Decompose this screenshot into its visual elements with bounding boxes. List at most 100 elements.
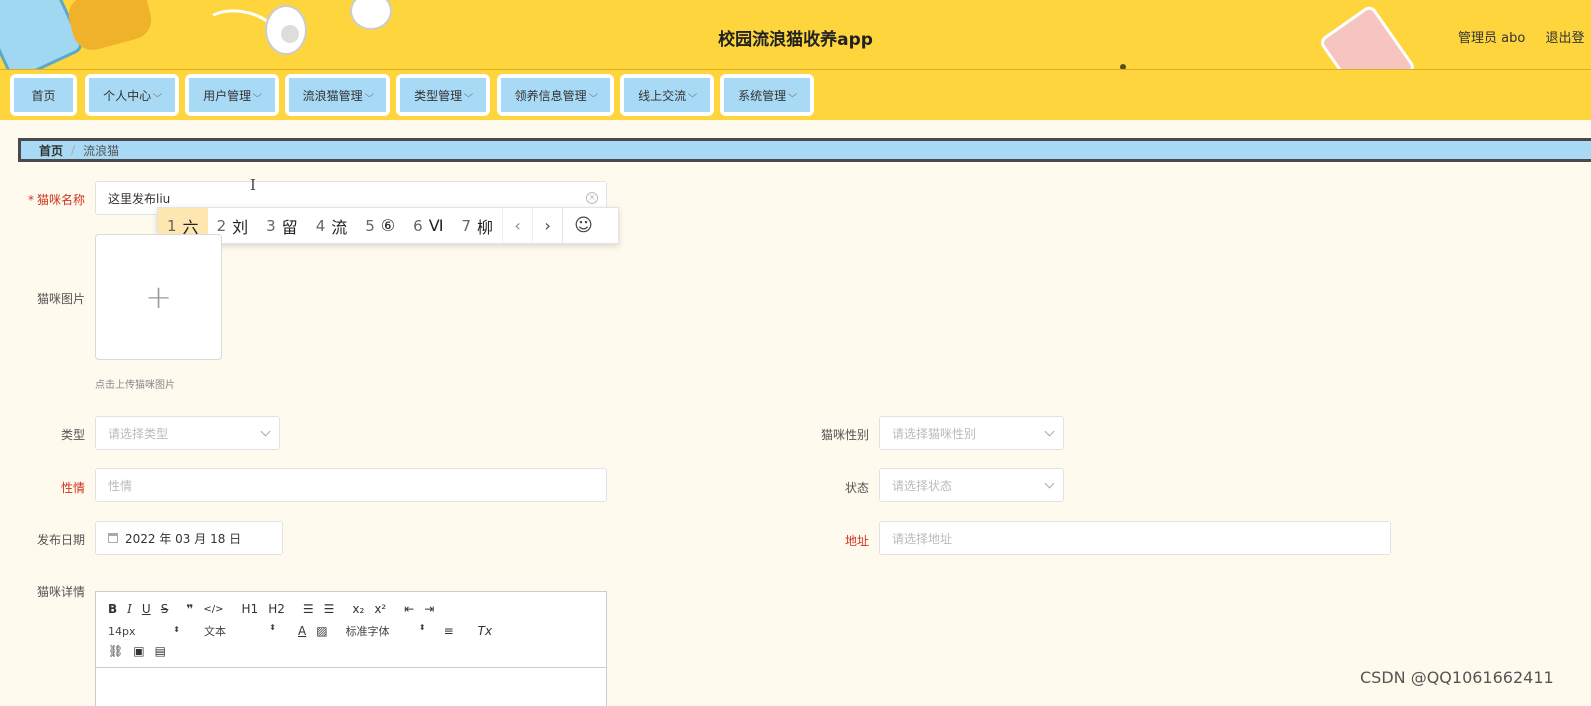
video-icon[interactable]: ▤ [155, 644, 166, 658]
chevron-left-icon[interactable]: ‹ [502, 208, 532, 243]
ordered-list-icon[interactable]: ☰ [303, 602, 314, 616]
status-select[interactable]: 请选择状态 [879, 468, 1064, 502]
ime-candidate[interactable]: 4流 [307, 208, 357, 243]
subscript-button[interactable]: x₂ [352, 602, 364, 616]
candidate-number: 3 [266, 216, 276, 235]
address-input[interactable]: 请选择地址 [879, 521, 1391, 555]
ime-candidate[interactable]: 5⑥ [356, 208, 404, 243]
select-value: 标准字体 [345, 625, 390, 638]
updown-icon: ⬍ [418, 623, 426, 632]
font-family-select[interactable]: 标准字体 ⬍ [346, 623, 426, 639]
ime-candidate[interactable]: 6Ⅵ [404, 208, 452, 243]
header-select[interactable]: 文本 ⬍ [204, 623, 276, 639]
clear-format-icon[interactable]: Tx [478, 624, 492, 638]
bold-button[interactable]: B [108, 602, 117, 616]
user-area: 管理员 abo 退出登 [1458, 27, 1584, 46]
upload-tip: 点击上传猫咪图片 [95, 380, 175, 391]
font-size-select[interactable]: 14px ⬍ [108, 625, 180, 638]
nav-label: 个人中心 [103, 88, 152, 103]
input-value: 这里发布liu [108, 191, 171, 206]
updown-icon: ⬍ [269, 623, 276, 632]
select-value: 14px [108, 624, 136, 638]
select-placeholder: 请选择猫咪性别 [892, 426, 977, 441]
superscript-button[interactable]: x² [374, 602, 386, 616]
cat-image-label: 猫咪图片 [36, 292, 85, 306]
breadcrumb-home[interactable]: 首页 [39, 142, 63, 159]
candidate-text: 刘 [232, 217, 249, 237]
chevron-down-icon [260, 426, 271, 437]
logout-link[interactable]: 退出登 [1545, 31, 1584, 46]
nav-item-adoption-info-management[interactable]: 领养信息管理 ⌵ [497, 74, 614, 116]
candidate-number: 4 [315, 216, 326, 235]
strike-button[interactable]: S [161, 602, 169, 616]
h1-button[interactable]: H1 [242, 602, 259, 616]
chevron-down-icon: ⌵ [152, 90, 163, 100]
bullet-list-icon[interactable]: ☰ [324, 602, 335, 616]
select-placeholder: 请选择类型 [108, 426, 169, 441]
temperament-label: 性情 [60, 481, 85, 495]
gender-select[interactable]: 请选择猫咪性别 [879, 416, 1064, 450]
chevron-down-icon: ⌵ [364, 90, 374, 100]
h2-button[interactable]: H2 [268, 602, 285, 616]
chevron-down-icon: ⌵ [588, 90, 598, 100]
italic-button[interactable]: I [127, 602, 132, 616]
nav-item-home[interactable]: 首页 [10, 74, 77, 116]
chevron-down-icon [1044, 478, 1055, 489]
nav-item-personal-center[interactable]: 个人中心 ⌵ [85, 74, 179, 116]
ime-candidate[interactable]: 3留 [257, 208, 307, 243]
clear-icon[interactable]: × [586, 192, 598, 204]
input-placeholder: 性情 [108, 478, 133, 493]
nav-item-stray-cat-management[interactable]: 流浪猫管理 ⌵ [285, 74, 390, 116]
candidate-number: 1 [167, 216, 177, 235]
chevron-down-icon: ⌵ [787, 90, 798, 100]
publish-date-picker[interactable]: 2022 年 03 月 18 日 [95, 521, 283, 555]
nav-label: 类型管理 [414, 88, 463, 103]
background-color-icon[interactable]: ▨ [316, 624, 327, 638]
text-cursor-icon: I [250, 176, 256, 194]
candidate-number: 6 [413, 216, 423, 235]
input-placeholder: 请选择地址 [892, 531, 953, 546]
top-nav: 首页 个人中心 ⌵ 用户管理 ⌵ 流浪猫管理 ⌵ 类型管理 ⌵ 领养信息管理 ⌵ 线上交流… [0, 70, 1591, 120]
temperament-input[interactable]: 性情 [95, 468, 607, 502]
candidate-text: 留 [281, 217, 298, 237]
chevron-right-icon[interactable]: › [532, 208, 562, 243]
editor-toolbar: B I U S ❞ </> H1 H2 ☰ ☰ x₂ x² ⇤ ⇥ 14px ⬍ … [96, 592, 606, 668]
ime-candidate[interactable]: 7柳 [452, 208, 502, 243]
calendar-icon [108, 533, 118, 543]
cat-name-label: * 猫咪名称 [5, 191, 85, 208]
details-label: 猫咪详情 [36, 585, 85, 599]
candidate-text: 柳 [477, 217, 494, 237]
candidate-text: Ⅵ [428, 216, 444, 235]
breadcrumb-current: 流浪猫 [83, 143, 120, 158]
image-icon[interactable]: ▣ [133, 644, 144, 658]
underline-button[interactable]: U [142, 602, 151, 616]
type-label: 类型 [60, 428, 85, 442]
nav-label: 线上交流 [638, 88, 687, 103]
chevron-down-icon: ⌵ [463, 90, 474, 100]
plus-icon: + [145, 278, 172, 316]
emoji-icon[interactable]: ☺ [562, 208, 604, 243]
gender-label: 猫咪性别 [820, 428, 869, 442]
breadcrumb: 首页 / 流浪猫 [18, 138, 1591, 162]
rich-text-editor: B I U S ❞ </> H1 H2 ☰ ☰ x₂ x² ⇤ ⇥ 14px ⬍ … [95, 591, 607, 706]
nav-item-user-management[interactable]: 用户管理 ⌵ [185, 74, 279, 116]
status-label: 状态 [844, 481, 869, 495]
link-icon[interactable]: ⛓ [108, 644, 123, 658]
required-mark: * [27, 193, 34, 207]
blockquote-button[interactable]: ❞ [186, 602, 193, 616]
nav-item-system-management[interactable]: 系统管理 ⌵ [720, 74, 814, 116]
nav-label: 领养信息管理 [514, 88, 587, 103]
code-block-button[interactable]: </> [203, 604, 223, 615]
image-upload-box[interactable]: + [95, 234, 222, 360]
date-value: 2022 年 03 月 18 日 [125, 531, 242, 546]
select-value: 文本 [204, 625, 226, 638]
indent-icon[interactable]: ⇥ [424, 602, 434, 616]
select-placeholder: 请选择状态 [892, 478, 953, 493]
type-select[interactable]: 请选择类型 [95, 416, 280, 450]
font-color-icon[interactable]: A [298, 624, 306, 638]
outdent-icon[interactable]: ⇤ [404, 602, 414, 616]
nav-item-online-chat[interactable]: 线上交流 ⌵ [620, 74, 714, 116]
align-icon[interactable]: ≡ [444, 624, 454, 638]
ime-candidate-bar: 1六 2刘 3留 4流 5⑥ 6Ⅵ 7柳 ‹ › ☺ [157, 207, 619, 244]
nav-item-type-management[interactable]: 类型管理 ⌵ [396, 74, 490, 116]
